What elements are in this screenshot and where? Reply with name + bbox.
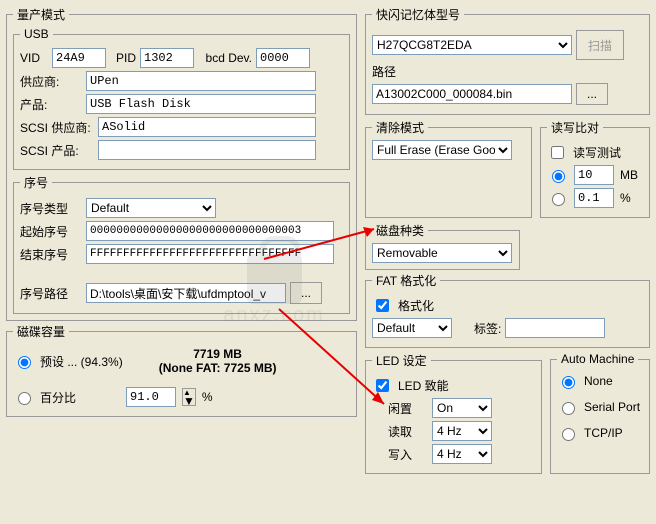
disktype-select[interactable]: Removable: [372, 243, 512, 263]
pid-label: PID: [110, 51, 136, 65]
scsi-product-label: SCSI 产品:: [20, 142, 94, 159]
serial-start-label: 起始序号: [20, 223, 82, 240]
scsi-product-input[interactable]: [98, 140, 316, 160]
scsi-vendor-label: SCSI 供应商:: [20, 119, 94, 136]
flash-legend: 快闪记忆体型号: [372, 6, 464, 23]
rw-mb-unit: MB: [620, 168, 638, 182]
auto-none-radio[interactable]: [562, 376, 575, 389]
auto-tcp-label: TCP/IP: [584, 426, 623, 440]
auto-machine-group: Auto Machine None Serial Port TCP/IP: [550, 352, 650, 474]
capacity-preset-value: 7719 MB: [193, 347, 242, 361]
serial-end-label: 结束序号: [20, 246, 82, 263]
auto-machine-legend: Auto Machine: [557, 352, 638, 366]
led-read-label: 读取: [388, 423, 428, 440]
vendor-label: 供应商:: [20, 73, 82, 90]
led-enable-label: LED 致能: [398, 377, 449, 394]
fat-default-select[interactable]: Default: [372, 318, 452, 338]
vendor-input[interactable]: [86, 71, 316, 91]
led-write-select[interactable]: 4 Hz: [432, 444, 492, 464]
flash-group: 快闪记忆体型号 H27QCG8T2EDA 扫描 路径 ...: [365, 6, 650, 115]
rw-test-label: 读写测试: [573, 144, 621, 161]
auto-none-label: None: [584, 374, 613, 388]
auto-serial-radio[interactable]: [562, 402, 575, 415]
capacity-percent-unit: %: [202, 390, 213, 404]
capacity-legend: 磁碟容量: [13, 323, 69, 340]
vid-label: VID: [20, 51, 48, 65]
serial-path-browse-button[interactable]: ...: [290, 282, 322, 304]
capacity-percent-spinner[interactable]: ▲▼: [182, 388, 196, 406]
rw-group: 读写比对 读写测试 MB %: [540, 119, 650, 218]
fat-label-label: 标签:: [474, 320, 501, 337]
serial-start-input[interactable]: [86, 221, 334, 241]
led-write-label: 写入: [388, 446, 428, 463]
rw-pct-unit: %: [620, 191, 631, 205]
scan-button[interactable]: 扫描: [576, 30, 624, 60]
capacity-percent-input[interactable]: [126, 387, 176, 407]
rw-mb-radio[interactable]: [552, 170, 565, 183]
serial-group: 序号 序号类型 Default 起始序号 结束序号 序号路径: [13, 174, 350, 314]
product-label: 产品:: [20, 96, 82, 113]
rw-mb-input[interactable]: [574, 165, 614, 185]
product-input[interactable]: [86, 94, 316, 114]
flash-model-select[interactable]: H27QCG8T2EDA: [372, 35, 572, 55]
serial-path-input[interactable]: [86, 283, 286, 303]
disktype-legend: 磁盘种类: [372, 222, 428, 239]
erase-legend: 清除模式: [372, 119, 428, 136]
rw-legend: 读写比对: [547, 119, 603, 136]
led-enable-checkbox[interactable]: [376, 379, 389, 392]
capacity-preset-label: 预设 ... (94.3%): [40, 353, 123, 370]
capacity-preset-sub: (None FAT: 7725 MB): [159, 361, 277, 375]
flash-path-browse-button[interactable]: ...: [576, 83, 608, 105]
usb-group: USB VID PID bcd Dev. 供应商: 产品:: [13, 27, 350, 170]
serial-legend: 序号: [20, 174, 52, 191]
led-legend: LED 设定: [372, 352, 431, 369]
flash-path-input[interactable]: [372, 84, 572, 104]
auto-serial-label: Serial Port: [584, 400, 640, 414]
bcd-label: bcd Dev.: [198, 51, 252, 65]
serial-type-select[interactable]: Default: [86, 198, 216, 218]
scsi-vendor-input[interactable]: [98, 117, 316, 137]
usb-legend: USB: [20, 27, 53, 41]
serial-type-label: 序号类型: [20, 200, 82, 217]
mass-production-group: 量产模式 USB VID PID bcd Dev. 供应商: 产品:: [6, 6, 357, 321]
mass-production-legend: 量产模式: [13, 6, 69, 23]
rw-pct-input[interactable]: [574, 188, 614, 208]
flash-path-label: 路径: [372, 63, 396, 80]
capacity-group: 磁碟容量 预设 ... (94.3%) 7719 MB (None FAT: 7…: [6, 323, 357, 417]
fat-group: FAT 格式化 格式化 Default 标签:: [365, 272, 650, 348]
rw-test-checkbox[interactable]: [551, 146, 564, 159]
rw-pct-radio[interactable]: [552, 193, 565, 206]
serial-path-label: 序号路径: [20, 285, 82, 302]
fat-format-label: 格式化: [398, 297, 434, 314]
capacity-percent-radio[interactable]: [18, 392, 31, 405]
erase-mode-select[interactable]: Full Erase (Erase Good): [372, 140, 512, 160]
led-read-select[interactable]: 4 Hz: [432, 421, 492, 441]
led-idle-select[interactable]: On: [432, 398, 492, 418]
capacity-percent-label: 百分比: [40, 389, 120, 406]
led-group: LED 设定 LED 致能 闲置 On 读取 4 Hz 写入 4 Hz: [365, 352, 542, 474]
auto-tcp-radio[interactable]: [562, 428, 575, 441]
erase-group: 清除模式 Full Erase (Erase Good): [365, 119, 532, 218]
capacity-preset-radio[interactable]: [18, 356, 31, 369]
pid-input[interactable]: [140, 48, 194, 68]
serial-end-input[interactable]: [86, 244, 334, 264]
vid-input[interactable]: [52, 48, 106, 68]
fat-label-input[interactable]: [505, 318, 605, 338]
led-idle-label: 闲置: [388, 400, 428, 417]
disktype-group: 磁盘种类 Removable: [365, 222, 520, 270]
fat-format-checkbox[interactable]: [376, 299, 389, 312]
fat-legend: FAT 格式化: [372, 272, 440, 289]
bcd-input[interactable]: [256, 48, 310, 68]
